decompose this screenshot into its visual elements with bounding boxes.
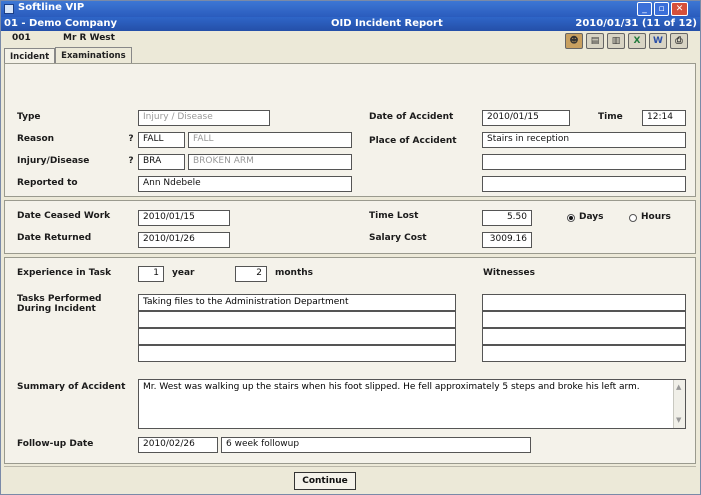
date-returned-field[interactable]: 2010/01/26: [138, 232, 230, 248]
salary-cost-label: Salary Cost: [369, 233, 427, 243]
person-icon[interactable]: ☻: [565, 33, 583, 49]
work-panel: Date Ceased Work 2010/01/15 Date Returne…: [4, 200, 696, 254]
scroll-down-icon[interactable]: ▼: [676, 415, 681, 426]
type-field[interactable]: Injury / Disease: [138, 110, 270, 126]
reason-label: Reason: [17, 134, 55, 144]
witness-line-4[interactable]: [482, 345, 686, 362]
window-title: Softline VIP: [18, 2, 85, 13]
witnesses-label: Witnesses: [483, 268, 536, 278]
time-field[interactable]: 12:14: [642, 110, 686, 126]
employee-name: Mr R West: [63, 33, 115, 43]
place-of-accident-field[interactable]: Stairs in reception: [482, 132, 686, 148]
summary-text: Mr. West was walking up the stairs when …: [143, 382, 640, 392]
summary-field[interactable]: Mr. West was walking up the stairs when …: [138, 379, 686, 429]
type-label: Type: [17, 112, 41, 122]
date-ceased-work-field[interactable]: 2010/01/15: [138, 210, 230, 226]
employee-number: 001: [12, 33, 31, 43]
info-bar: 01 - Demo Company OID Incident Report 20…: [1, 17, 700, 31]
scroll-up-icon[interactable]: ▲: [676, 382, 681, 393]
company-name: 01 - Demo Company: [4, 18, 118, 29]
close-icon[interactable]: ✕: [671, 2, 688, 16]
time-lost-field[interactable]: 5.50: [482, 210, 532, 226]
followup-note-field[interactable]: 6 week followup: [221, 437, 531, 453]
salary-cost-field[interactable]: 3009.16: [482, 232, 532, 248]
task-line-3[interactable]: [138, 328, 456, 345]
maximize-icon[interactable]: ▫: [654, 2, 669, 16]
printer-icon[interactable]: ⎙: [670, 33, 688, 49]
app-icon: [4, 4, 14, 14]
injury-label: Injury/Disease: [17, 156, 90, 166]
tab-examinations[interactable]: Examinations: [55, 47, 132, 64]
injury-description-field: BROKEN ARM: [188, 154, 352, 170]
report-title: OID Incident Report: [331, 18, 443, 29]
reason-code-field[interactable]: FALL: [138, 132, 185, 148]
app-window: Softline VIP _ ▫ ✕ 01 - Demo Company OID…: [0, 0, 701, 495]
word-icon[interactable]: W: [649, 33, 667, 49]
summary-scrollbar[interactable]: ▲ ▼: [673, 380, 685, 428]
witness-line-2[interactable]: [482, 311, 686, 328]
days-label: Days: [579, 212, 604, 222]
injury-code-field[interactable]: BRA: [138, 154, 185, 170]
date-of-accident-label: Date of Accident: [369, 112, 454, 122]
task-line-4[interactable]: [138, 345, 456, 362]
continue-button[interactable]: Continue: [294, 472, 356, 490]
followup-date-label: Follow-up Date: [17, 439, 94, 449]
task-panel: Experience in Task 1 year 2 months Witne…: [4, 257, 696, 464]
excel-icon[interactable]: X: [628, 33, 646, 49]
tasks-performed-label: Tasks Performed: [17, 294, 102, 304]
date-of-accident-field[interactable]: 2010/01/15: [482, 110, 570, 126]
hours-radio[interactable]: [629, 214, 637, 222]
title-bar: Softline VIP _ ▫ ✕: [1, 1, 700, 17]
time-label: Time: [598, 112, 623, 122]
days-radio[interactable]: [567, 214, 575, 222]
witness-line-1[interactable]: [482, 294, 686, 311]
hours-label: Hours: [641, 212, 671, 222]
button-bar: Continue: [4, 466, 696, 492]
sheet-icon[interactable]: ▤: [586, 33, 604, 49]
record-position: 2010/01/31 (11 of 12): [575, 18, 697, 29]
tasks-performed-label-line2: During Incident: [17, 304, 96, 314]
place-of-accident-label: Place of Accident: [369, 136, 457, 146]
minimize-icon[interactable]: _: [637, 2, 652, 16]
date-ceased-work-label: Date Ceased Work: [17, 211, 111, 221]
months-label: months: [275, 268, 314, 278]
toolbar: ☻ ▤ ▥ X W ⎙: [565, 33, 688, 51]
reported-to-label: Reported to: [17, 178, 78, 188]
time-lost-label: Time Lost: [369, 211, 419, 221]
tab-strip: Incident Examinations: [4, 47, 132, 65]
date-returned-label: Date Returned: [17, 233, 92, 243]
summary-label: Summary of Accident: [17, 382, 126, 392]
experience-years-field[interactable]: 1: [138, 266, 164, 282]
witness-line-3[interactable]: [482, 328, 686, 345]
years-label: year: [172, 268, 195, 278]
task-line-2[interactable]: [138, 311, 456, 328]
experience-label: Experience in Task: [17, 268, 112, 278]
reported-to-field[interactable]: Ann Ndebele: [138, 176, 352, 192]
place-of-accident-line2[interactable]: [482, 154, 686, 170]
injury-lookup-button[interactable]: ?: [126, 154, 136, 170]
experience-months-field[interactable]: 2: [235, 266, 267, 282]
followup-date-field[interactable]: 2010/02/26: [138, 437, 218, 453]
place-of-accident-line3[interactable]: [482, 176, 686, 192]
document-icon[interactable]: ▥: [607, 33, 625, 49]
task-line-1[interactable]: Taking files to the Administration Depar…: [138, 294, 456, 311]
incident-panel: Type Injury / Disease Reason ? FALL FALL…: [4, 63, 696, 197]
reason-lookup-button[interactable]: ?: [126, 132, 136, 148]
reason-description-field: FALL: [188, 132, 352, 148]
